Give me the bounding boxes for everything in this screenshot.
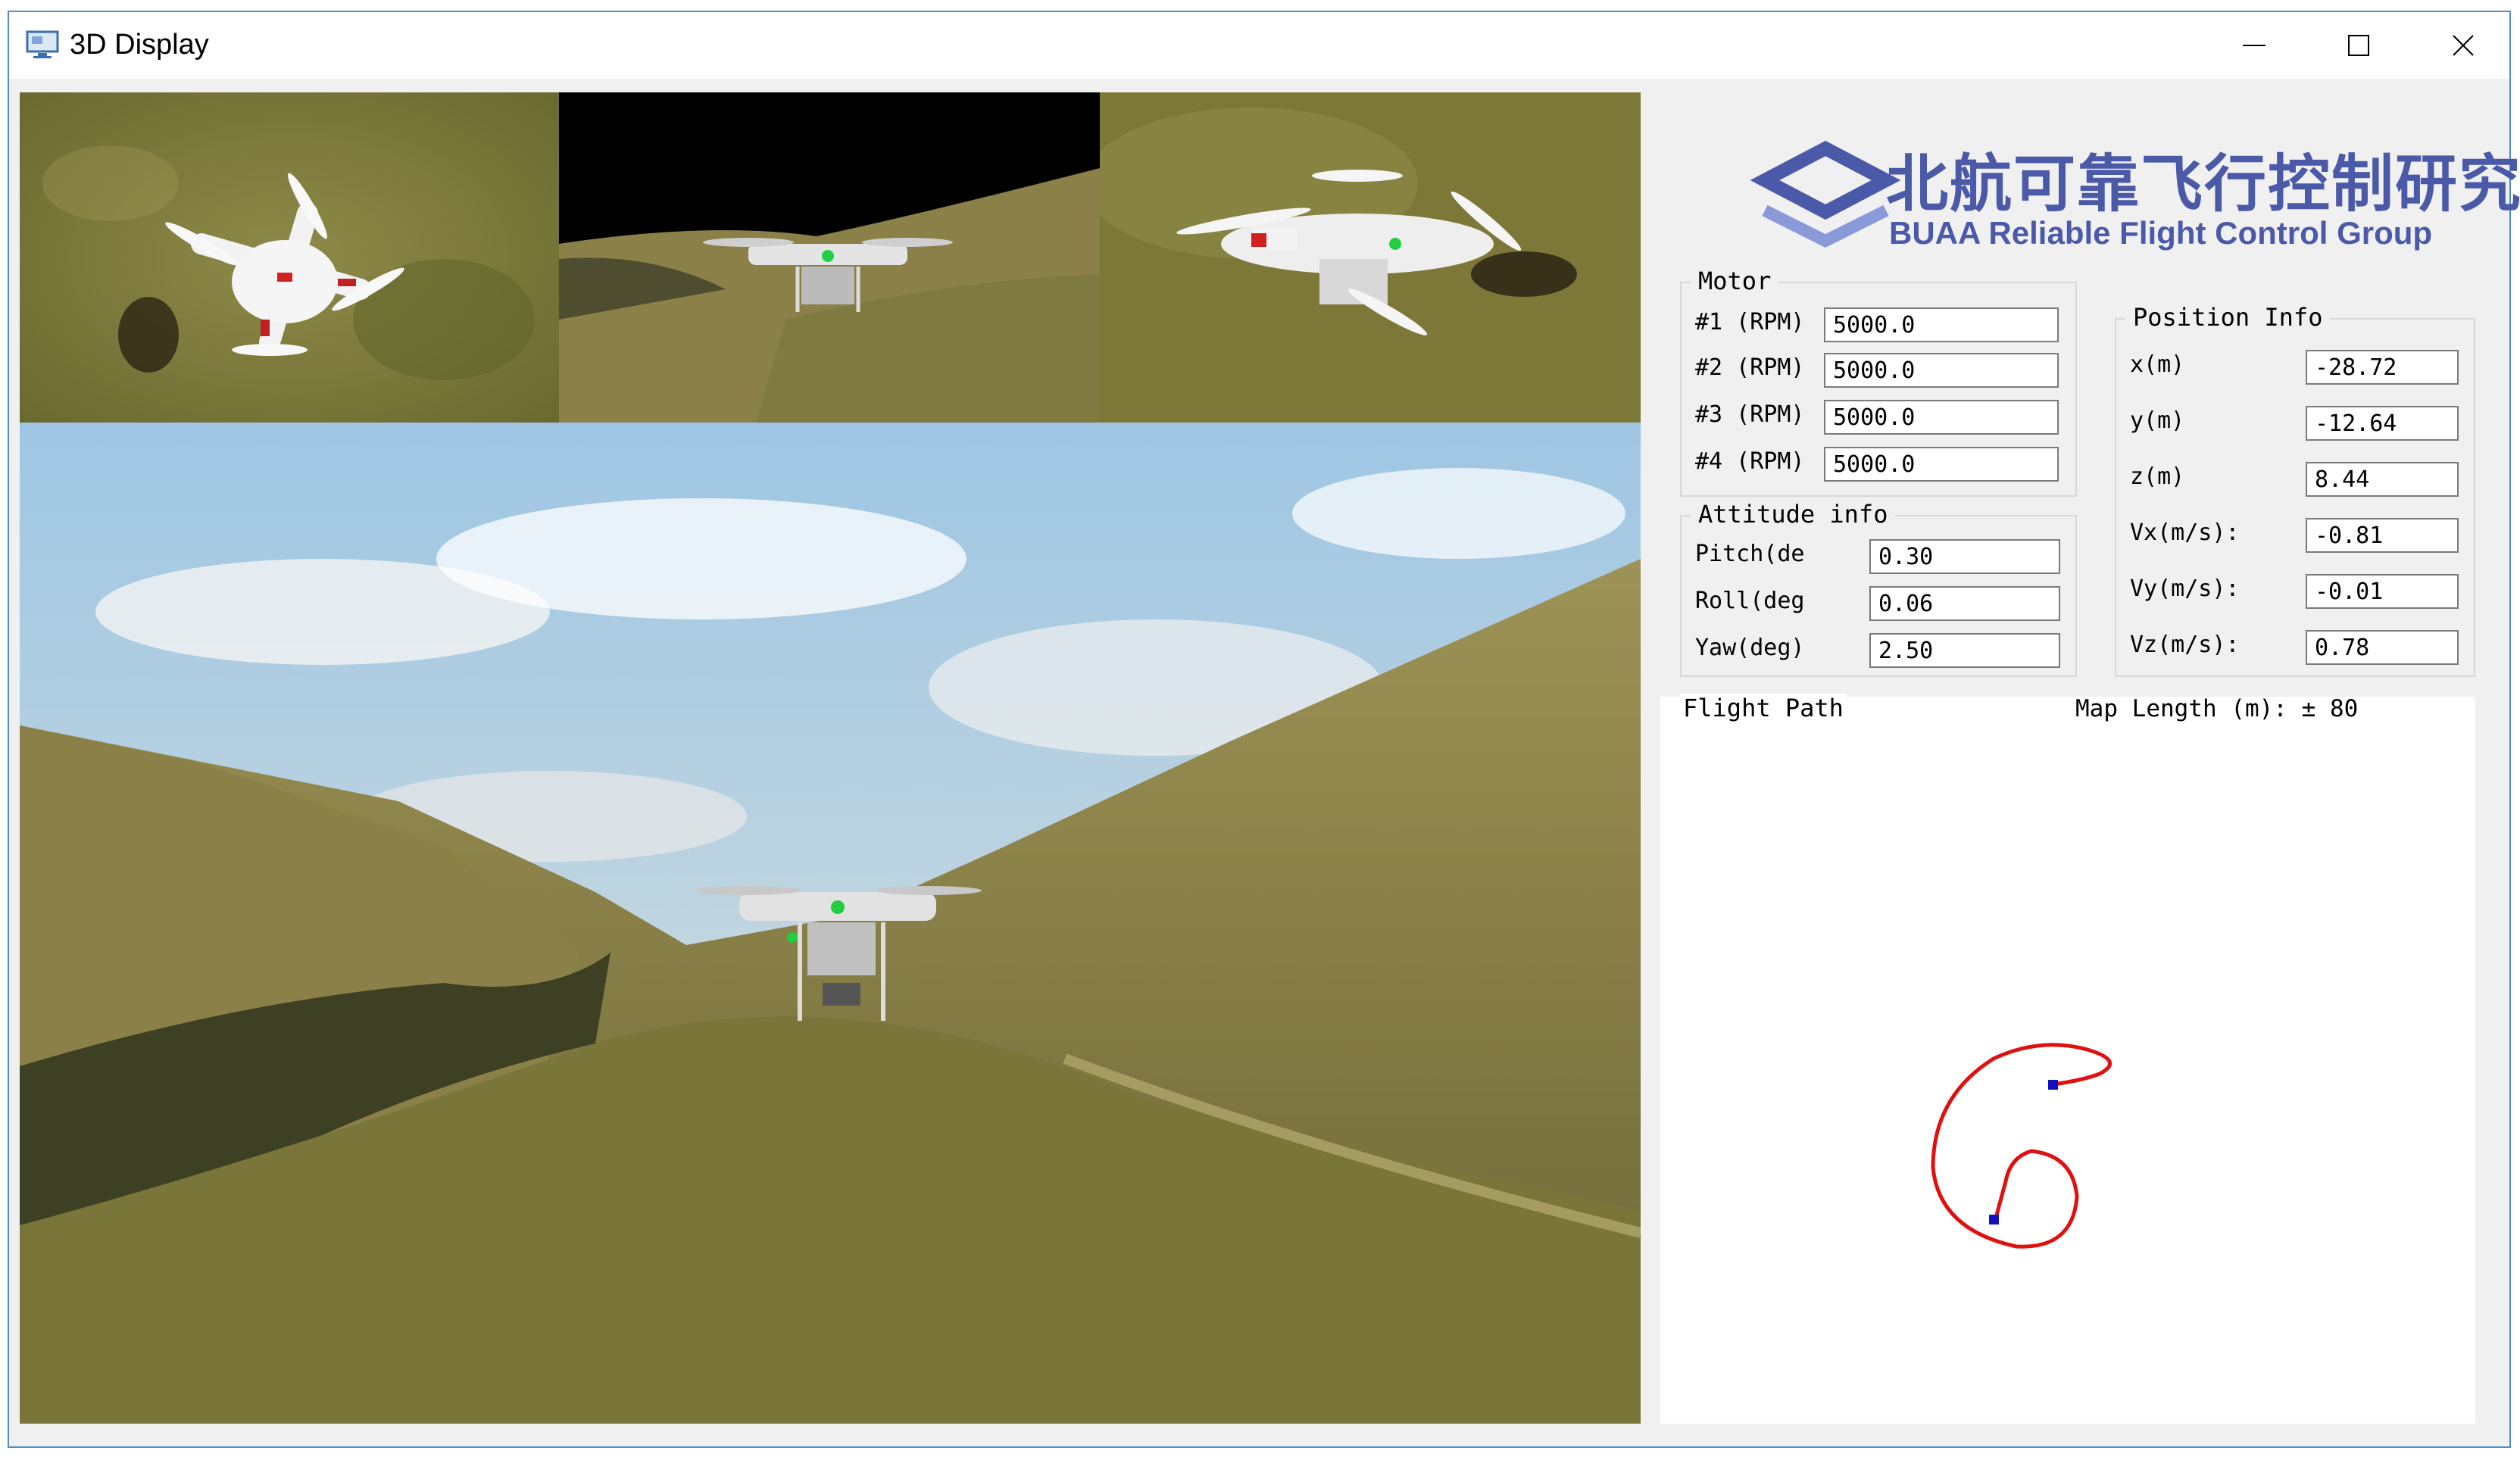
current-position-marker	[2048, 1080, 2058, 1090]
vx-label: Vx(m/s):	[2130, 519, 2240, 546]
flight-path-plot	[1931, 1043, 2112, 1249]
position-title: Position Info	[2125, 303, 2331, 332]
attitude-title: Attitude info	[1691, 500, 1896, 529]
minimize-button[interactable]	[2202, 12, 2306, 79]
z-field[interactable]: 8.44	[2306, 462, 2459, 497]
motor-1-field[interactable]: 5000.0	[1824, 307, 2059, 342]
y-label: y(m)	[2130, 407, 2185, 434]
vy-field[interactable]: -0.01	[2306, 574, 2459, 609]
motor-title: Motor	[1691, 267, 1779, 295]
window-title: 3D Display	[70, 29, 209, 61]
minimize-icon	[2243, 45, 2266, 46]
vy-label: Vy(m/s):	[2130, 576, 2240, 602]
top-camera-view[interactable]	[20, 92, 559, 423]
close-icon	[2453, 35, 2474, 56]
roll-label: Roll(deg	[1695, 588, 1805, 614]
side-view-scene	[1100, 92, 1641, 423]
motor-1-label: #1 (RPM)	[1695, 309, 1805, 335]
pitch-field[interactable]: 0.30	[1869, 539, 2060, 574]
x-label: x(m)	[2130, 351, 2185, 378]
logo-text-chinese: 北航可靠飞行控制研究组	[1886, 148, 2520, 220]
flight-path-title: Flight Path	[1680, 694, 1847, 722]
main-view-scene	[20, 423, 1641, 1424]
motor-3-field[interactable]: 5000.0	[1824, 400, 2059, 435]
maximize-icon	[2348, 35, 2369, 56]
start-position-marker	[1989, 1215, 1999, 1224]
x-field[interactable]: -28.72	[2306, 350, 2459, 385]
side-camera-view[interactable]	[1100, 92, 1641, 423]
title-bar[interactable]: 3D Display	[9, 12, 2509, 79]
motor-4-label: #4 (RPM)	[1695, 448, 1805, 475]
vz-label: Vz(m/s):	[2130, 632, 2240, 658]
pitch-label: Pitch(de	[1695, 541, 1805, 567]
roll-field[interactable]: 0.06	[1869, 586, 2060, 621]
motor-2-label: #2 (RPM)	[1695, 354, 1805, 381]
y-field[interactable]: -12.64	[2306, 406, 2459, 441]
main-camera-view[interactable]	[20, 423, 1641, 1424]
logo-text-english: BUAA Reliable Flight Control Group	[1889, 215, 2433, 251]
vz-field[interactable]: 0.78	[2306, 630, 2459, 665]
motor-3-label: #3 (RPM)	[1695, 401, 1805, 428]
yaw-label: Yaw(deg)	[1695, 635, 1805, 661]
yaw-field[interactable]: 2.50	[1869, 633, 2060, 668]
flight-path-line	[1931, 1043, 2112, 1249]
rear-camera-view[interactable]	[559, 92, 1100, 423]
motor-2-field[interactable]: 5000.0	[1824, 353, 2059, 388]
top-view-scene	[20, 92, 559, 423]
motor-4-field[interactable]: 5000.0	[1824, 447, 2059, 482]
map-length-label: Map Length (m): ± 80	[2075, 695, 2359, 722]
z-label: z(m)	[2130, 463, 2185, 490]
monitor-icon	[26, 30, 59, 58]
rear-view-scene	[559, 92, 1100, 423]
close-button[interactable]	[2411, 12, 2515, 79]
vx-field[interactable]: -0.81	[2306, 518, 2459, 553]
maximize-button[interactable]	[2306, 12, 2411, 79]
